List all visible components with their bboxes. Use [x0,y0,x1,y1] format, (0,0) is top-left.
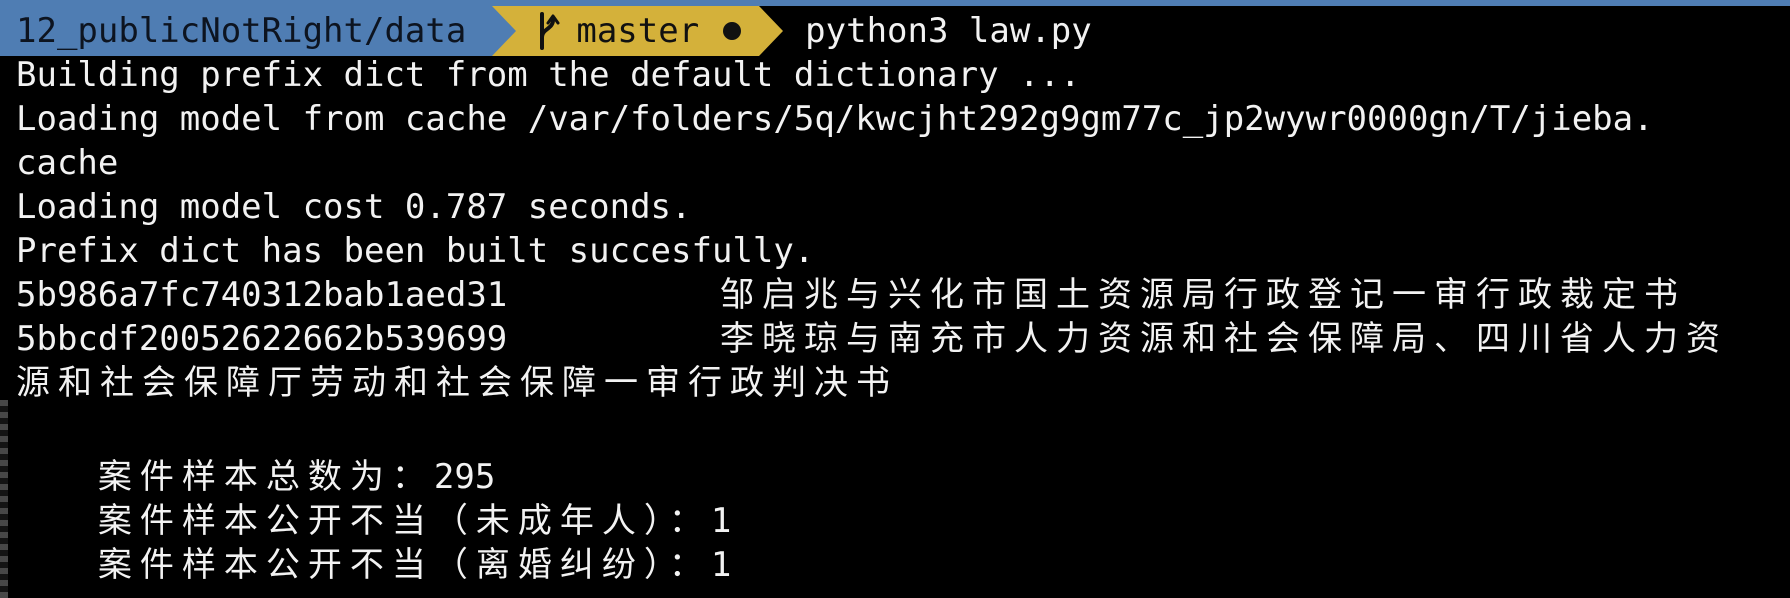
case-row-title: 李晓琼与南充市人力资源和社会保障局、四川省人力资 [720,319,1728,359]
output-line: Prefix dict has been built succesfully. [16,231,815,271]
output-line: Loading model from cache /var/folders/5q… [16,99,1654,139]
window-edge-artifact [0,400,8,598]
terminal-window[interactable]: 12_publicNotRight/data master python3 la… [0,0,1790,598]
typed-command: python3 law.py [805,11,1092,51]
minor-count-line: 案件样本公开不当（未成年人）：1 [16,446,731,541]
git-branch-icon [540,12,560,50]
case-row-title-continued: 源和社会保障厅劳动和社会保障一审行政判决书 [16,363,898,403]
divorce-count-label: 案件样本公开不当（离婚纠纷）： [97,545,711,585]
case-row-id: 5bbcdf20052622662b539699 [16,319,508,359]
case-row-id: 5b986a7fc740312bab1aed31 [16,275,508,315]
divorce-count-line: 案件样本公开不当（离婚纠纷）：1 [16,490,731,585]
shell-prompt: 12_publicNotRight/data master python3 la… [0,6,1092,56]
case-row-title: 邹启兆与兴化市国土资源局行政登记一审行政裁定书 [720,275,1686,315]
output-line: Loading model cost 0.787 seconds. [16,187,692,227]
total-count-line: 案件样本总数为：295 [16,402,495,497]
divorce-count-value: 1 [710,545,732,585]
dirty-dot-icon [723,22,742,40]
prompt-path-segment: 12_publicNotRight/data [0,6,517,56]
output-line: cache [16,143,119,183]
output-line: Building prefix dict from the default di… [16,55,1081,95]
prompt-git-segment: master [492,6,783,56]
branch-name: master [576,11,700,51]
